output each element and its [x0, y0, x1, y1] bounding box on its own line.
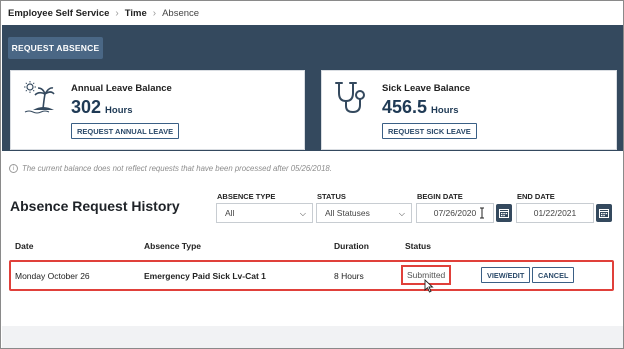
annual-leave-unit: Hours: [105, 105, 133, 116]
sick-leave-unit: Hours: [431, 105, 459, 116]
annual-leave-title: Annual Leave Balance: [71, 83, 172, 94]
annual-leave-balance: 302 Hours: [71, 97, 133, 118]
mouse-pointer-icon: [424, 279, 434, 293]
request-absence-button[interactable]: REQUEST ABSENCE: [8, 37, 103, 59]
breadcrumb-employee-self-service[interactable]: Employee Self Service: [8, 8, 109, 19]
sick-leave-card: Sick Leave Balance 456.5 Hours REQUEST S…: [321, 70, 617, 150]
column-header-duration: Duration: [334, 241, 369, 251]
absence-type-select[interactable]: All ⌵: [216, 203, 313, 223]
balance-note-text: The current balance does not reflect req…: [22, 164, 332, 173]
breadcrumb-current: Absence: [162, 7, 200, 19]
status-value: All Statuses: [325, 208, 370, 218]
status-select[interactable]: All Statuses ⌵: [316, 203, 412, 223]
absence-type-value: All: [225, 208, 235, 218]
view-edit-button[interactable]: VIEW/EDIT: [481, 267, 531, 283]
begin-date-label: BEGIN DATE: [417, 192, 463, 201]
breadcrumb: Employee Self Service › Time › Absence: [1, 1, 623, 25]
end-date-input[interactable]: 01/22/2021: [516, 203, 594, 223]
calendar-icon: [599, 209, 609, 218]
annual-leave-card: Annual Leave Balance 302 Hours REQUEST A…: [10, 70, 305, 150]
end-date-calendar-button[interactable]: [596, 204, 612, 222]
request-annual-leave-button[interactable]: REQUEST ANNUAL LEAVE: [71, 123, 180, 139]
history-title: Absence Request History: [10, 198, 180, 214]
text-cursor-icon: [480, 207, 484, 219]
breadcrumb-separator-icon: ›: [152, 7, 157, 19]
sick-leave-title: Sick Leave Balance: [382, 83, 471, 94]
row-duration: 8 Hours: [334, 271, 364, 281]
absence-type-label: ABSENCE TYPE: [217, 192, 276, 201]
row-date: Monday October 26: [15, 271, 90, 281]
end-date-label: END DATE: [517, 192, 555, 201]
stethoscope-icon: [335, 82, 365, 114]
chevron-down-icon: ⌵: [299, 209, 306, 218]
sick-leave-balance: 456.5 Hours: [382, 97, 459, 118]
balance-note: i The current balance does not reflect r…: [9, 164, 332, 173]
annual-leave-value: 302: [71, 97, 102, 117]
table-row: Monday October 26 Emergency Paid Sick Lv…: [9, 260, 614, 291]
breadcrumb-time[interactable]: Time: [125, 8, 147, 19]
begin-date-calendar-button[interactable]: [496, 204, 512, 222]
beach-island-icon: [24, 81, 55, 114]
cancel-button[interactable]: CANCEL: [532, 267, 575, 283]
footer-band: [2, 326, 623, 348]
request-sick-leave-button[interactable]: REQUEST SICK LEAVE: [382, 123, 477, 139]
app-frame: Employee Self Service › Time › Absence R…: [0, 0, 624, 349]
column-header-absence-type: Absence Type: [144, 241, 202, 251]
column-header-date: Date: [15, 241, 34, 251]
status-label: STATUS: [317, 192, 346, 201]
breadcrumb-separator-icon: ›: [115, 7, 119, 19]
info-icon: i: [9, 164, 18, 173]
column-header-status: Status: [405, 241, 431, 251]
sick-leave-value: 456.5: [382, 97, 428, 117]
row-absence-type: Emergency Paid Sick Lv-Cat 1: [144, 271, 266, 281]
chevron-down-icon: ⌵: [398, 209, 405, 218]
calendar-icon: [499, 209, 509, 218]
